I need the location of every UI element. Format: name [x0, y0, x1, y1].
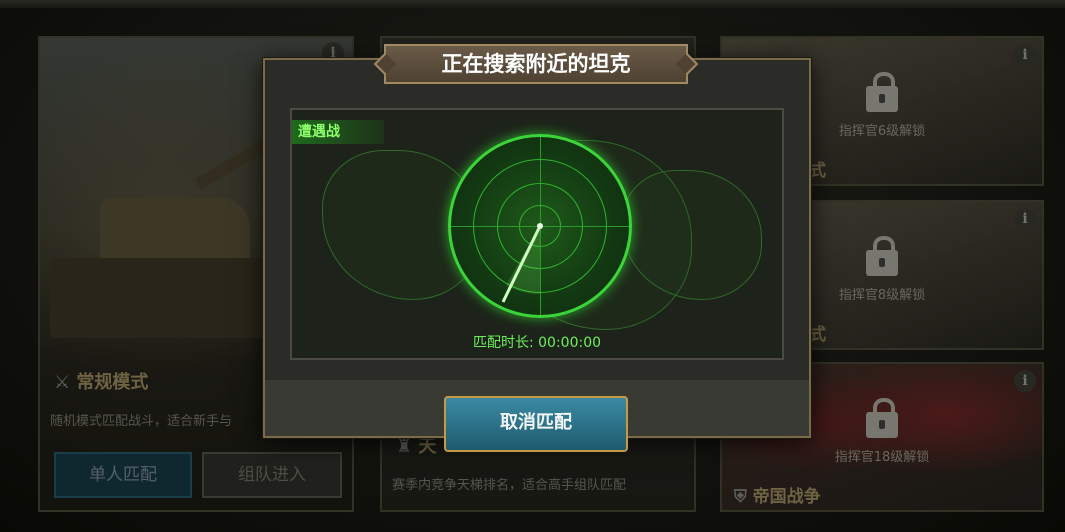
radar-sweep-icon [501, 223, 543, 303]
cancel-match-button[interactable]: 取消匹配 [444, 396, 628, 452]
battle-mode-tag: 遭遇战 [292, 120, 384, 144]
radar-panel: 遭遇战 匹配时长: 00:00:00 [290, 108, 784, 360]
match-duration: 匹配时长: 00:00:00 [472, 335, 602, 351]
radar-scope [448, 134, 632, 318]
dialog-title: 正在搜索附近的坦克 [384, 44, 688, 84]
